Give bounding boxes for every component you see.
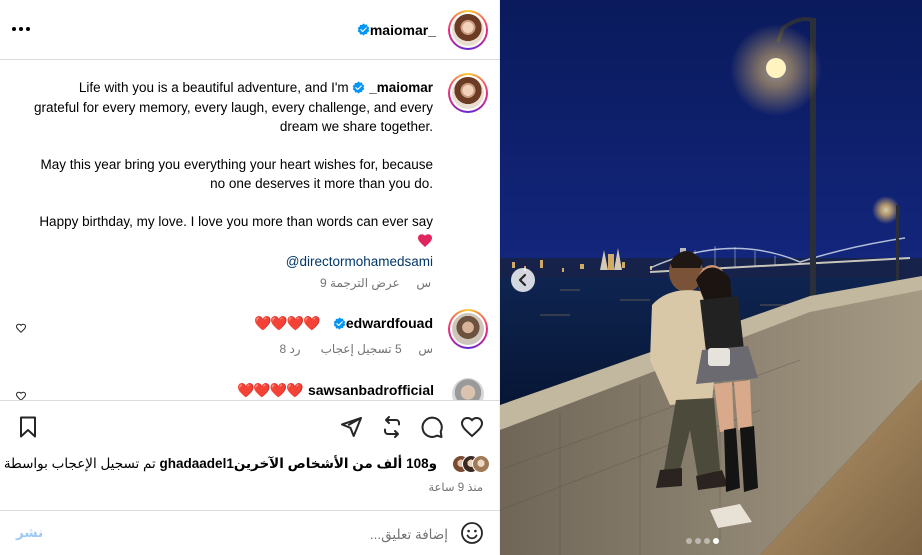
carousel-dots xyxy=(686,538,746,546)
post-comment-button[interactable]: نشر xyxy=(16,525,43,541)
post-caption: Life with you is a beautiful adventure, … xyxy=(33,78,433,289)
caption-paragraph-2: May this year bring you everything your … xyxy=(40,156,433,192)
comment-text: ❤️❤️❤️❤️ xyxy=(237,382,304,398)
verified-badge-icon xyxy=(357,23,370,36)
post-photo xyxy=(500,0,922,555)
see-translation-link[interactable]: عرض الترجمة xyxy=(330,276,400,290)
caption-mention-author[interactable]: _maiomar xyxy=(369,80,433,95)
likes-summary: تم تسجيل الإعجاب بواسطة ghadaadel1و108 أ… xyxy=(4,456,437,472)
author-username[interactable]: maiomar_ xyxy=(370,22,436,38)
red-heart-icon xyxy=(418,234,432,247)
heart-outline-icon[interactable] xyxy=(460,415,484,439)
carousel-dot xyxy=(713,538,719,544)
caption-line1-post: grateful for every memory, every laugh, … xyxy=(34,99,433,135)
send-icon[interactable] xyxy=(339,415,363,439)
caption-line1-pre: Life with you is a beautiful adventure, … xyxy=(78,80,349,95)
more-dot xyxy=(19,27,23,31)
emoji-smile-icon[interactable] xyxy=(460,521,484,545)
carousel-prev-button[interactable] xyxy=(511,268,535,292)
more-options-button[interactable] xyxy=(12,22,34,36)
liked-by-avatars[interactable] xyxy=(452,455,490,475)
comment-reply-button[interactable]: رد xyxy=(289,342,300,356)
post-media-carousel[interactable] xyxy=(500,0,922,555)
commenter-avatar[interactable] xyxy=(448,309,488,349)
comment-text: ❤️❤️❤️❤️ xyxy=(254,315,321,331)
chevron-left-icon xyxy=(518,273,527,287)
author-avatar[interactable] xyxy=(448,10,488,50)
comment-input[interactable] xyxy=(88,523,448,545)
post-action-bar xyxy=(0,400,500,450)
repost-icon[interactable] xyxy=(380,415,404,439)
more-dot xyxy=(26,27,30,31)
add-comment-row: نشر xyxy=(0,510,500,555)
more-horizontal-icon xyxy=(12,27,16,31)
likes-user-link[interactable]: ghadaadel1 xyxy=(160,456,234,471)
verified-badge-icon xyxy=(353,81,365,94)
commenter-avatar[interactable] xyxy=(452,378,484,400)
comment-bubble-icon[interactable] xyxy=(420,415,444,439)
carousel-dot xyxy=(704,538,710,544)
comment-row-clipped: sawsanbadrofficial ❤️❤️❤️❤️ xyxy=(0,372,500,400)
comment-like-button[interactable] xyxy=(15,322,27,334)
carousel-dot xyxy=(686,538,692,544)
comment-likes-count[interactable]: 5 تسجيل إعجاب xyxy=(321,342,402,356)
likes-others-link[interactable]: و108 ألف من الأشخاص الآخرين xyxy=(234,456,437,471)
carousel-dot xyxy=(695,538,701,544)
comment-username[interactable]: sawsanbadrofficial xyxy=(308,382,434,398)
verified-badge-icon xyxy=(333,317,346,330)
post-details-panel: maiomar_ Life with you is a beautiful ad… xyxy=(0,0,500,555)
bookmark-icon[interactable] xyxy=(16,415,40,439)
comment-username[interactable]: edwardfouad xyxy=(346,315,433,331)
caption-tag-link[interactable]: @directormohamedsami xyxy=(33,252,433,272)
avatar xyxy=(472,455,490,473)
likes-prefix: تم تسجيل الإعجاب بواسطة xyxy=(3,456,156,471)
post-timestamp: منذ 9 ساعة xyxy=(428,482,483,494)
comment-meta-row: 8 س 5 تسجيل إعجاب رد xyxy=(279,342,433,356)
comment-like-button[interactable] xyxy=(15,390,27,400)
caption-meta-row: 9 س عرض الترجمة xyxy=(320,276,431,290)
caption-paragraph-3: Happy birthday, my love. I love you more… xyxy=(39,213,433,229)
post-header: maiomar_ xyxy=(0,0,500,60)
caption-author-avatar[interactable] xyxy=(448,73,488,113)
